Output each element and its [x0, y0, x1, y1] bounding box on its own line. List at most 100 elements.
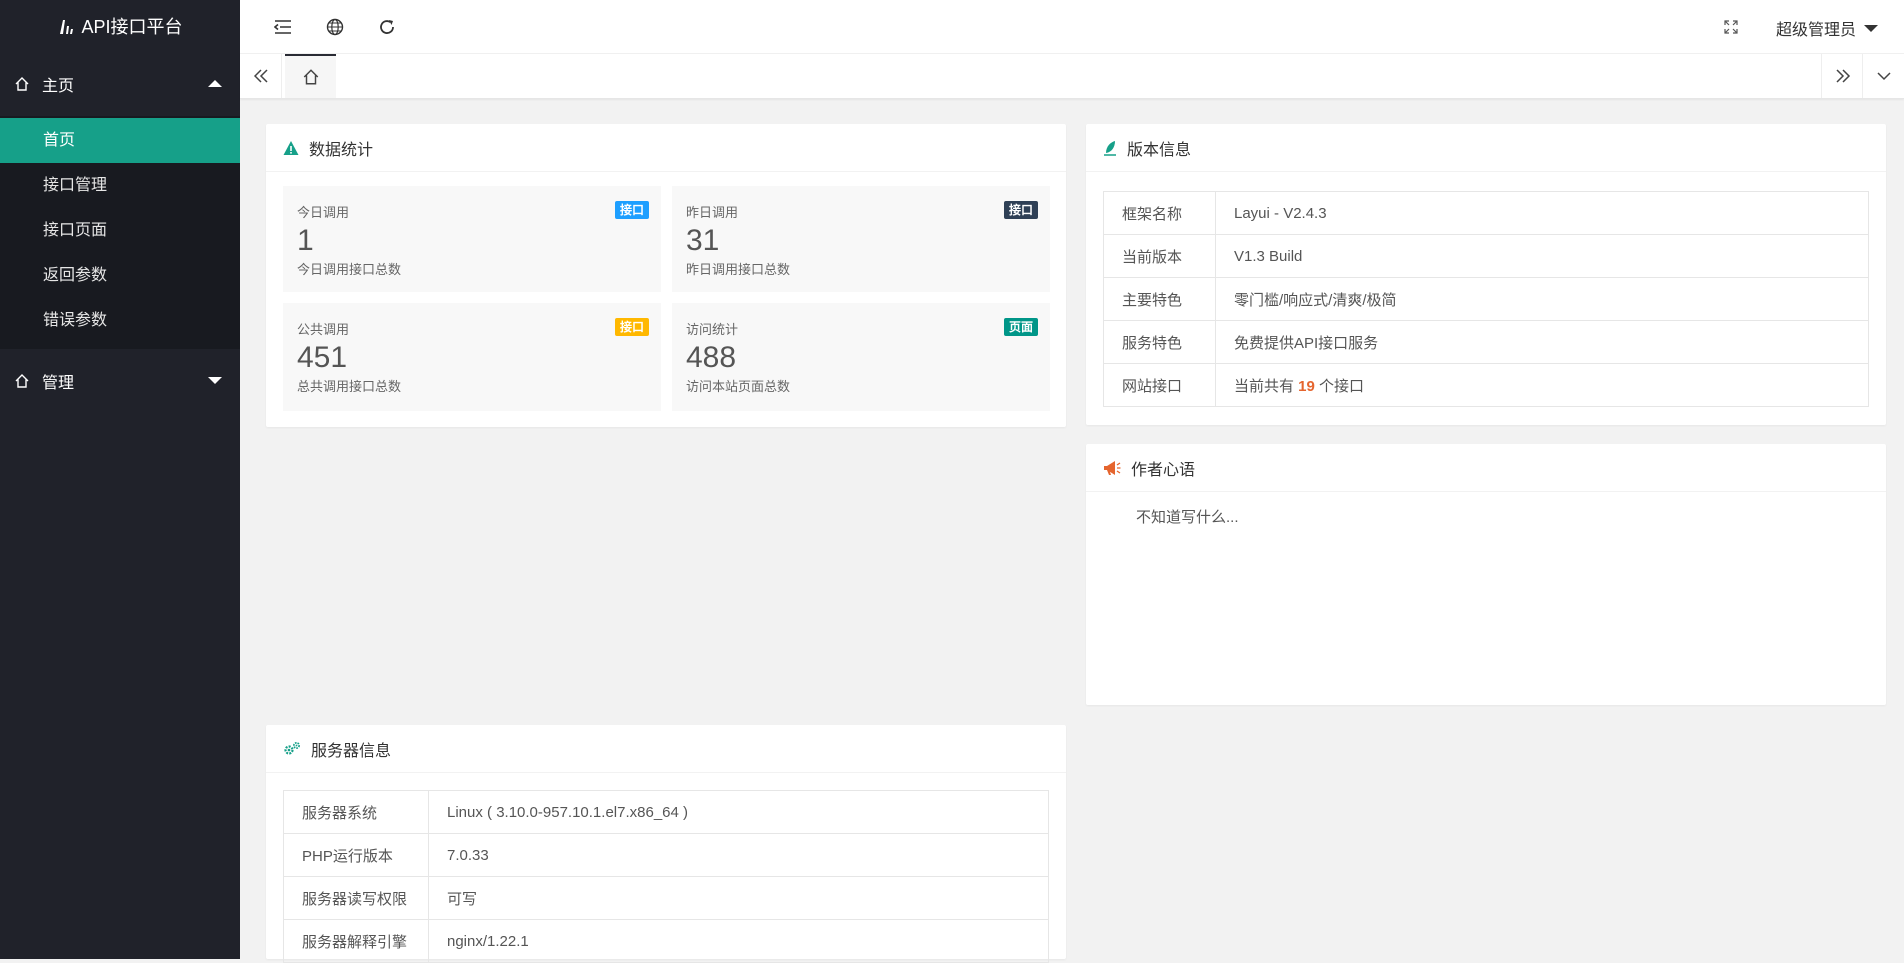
- server-table: 服务器系统 Linux ( 3.10.0-957.10.1.el7.x86_64…: [283, 790, 1049, 963]
- caret-up-icon: [208, 80, 222, 87]
- table-key: 服务器系统: [283, 790, 429, 834]
- table-row: PHP运行版本 7.0.33: [283, 833, 1049, 877]
- server-card-header: 服务器信息: [266, 725, 1066, 773]
- stat-desc: 访问本站页面总数: [686, 379, 791, 394]
- author-card-header: 作者心语: [1086, 444, 1886, 492]
- home-icon: [15, 374, 29, 388]
- warning-icon: [283, 140, 299, 155]
- status-badge: 接口: [614, 318, 649, 336]
- globe-icon[interactable]: [324, 16, 346, 38]
- logo-text: API接口平台: [81, 17, 183, 37]
- stat-title: 今日调用: [297, 205, 350, 220]
- stat-box-today: 今日调用 1 今日调用接口总数 接口: [283, 186, 661, 292]
- table-key: 服务器解释引擎: [283, 919, 429, 963]
- stats-card-header: 数据统计: [266, 124, 1066, 172]
- api-count: 19: [1298, 377, 1315, 395]
- stat-value: 1: [297, 224, 314, 257]
- sidebar: API接口平台 主页 首页 接口管理 接口页面 返回参数 错误参数 管理: [0, 0, 240, 959]
- table-value: nginx/1.22.1: [428, 919, 1049, 963]
- stat-box-visits: 访问统计 488 访问本站页面总数 页面: [672, 303, 1050, 411]
- api-count-suffix: 个接口: [1314, 377, 1365, 395]
- table-key: 服务器读写权限: [283, 876, 429, 920]
- table-row: 当前版本 V1.3 Build: [1103, 234, 1869, 278]
- home-icon: [15, 77, 29, 91]
- table-key: 主要特色: [1103, 277, 1216, 321]
- tab-scroll-left-icon[interactable]: [240, 54, 282, 98]
- server-card: 服务器信息 服务器系统 Linux ( 3.10.0-957.10.1.el7.…: [266, 725, 1066, 963]
- server-table-wrap: 服务器系统 Linux ( 3.10.0-957.10.1.el7.x86_64…: [283, 790, 1049, 963]
- gears-icon: [284, 741, 300, 755]
- api-count-prefix: 当前共有: [1234, 377, 1299, 395]
- stat-box-yesterday: 昨日调用 31 昨日调用接口总数 接口: [672, 186, 1050, 292]
- author-card: 作者心语 不知道写什么...: [1086, 444, 1886, 705]
- table-row: 服务特色 免费提供API接口服务: [1103, 320, 1869, 364]
- stat-desc: 总共调用接口总数: [297, 379, 402, 394]
- sidebar-item-error-params[interactable]: 错误参数: [0, 298, 240, 343]
- table-row: 网站接口 当前共有 19 个接口: [1103, 363, 1869, 407]
- nav-group-label: 管理: [42, 375, 75, 392]
- nav-group-home[interactable]: 主页: [0, 52, 240, 116]
- stats-card-title: 数据统计: [309, 141, 374, 159]
- author-text: 不知道写什么...: [1136, 509, 1239, 526]
- version-card-title: 版本信息: [1127, 141, 1192, 159]
- status-badge: 页面: [1003, 318, 1038, 336]
- caret-down-icon: [208, 377, 222, 384]
- table-row: 服务器读写权限 可写: [283, 876, 1049, 920]
- sidebar-item-return-params[interactable]: 返回参数: [0, 253, 240, 298]
- table-row: 主要特色 零门槛/响应式/清爽/极简: [1103, 277, 1869, 321]
- fullscreen-icon[interactable]: [1720, 16, 1742, 38]
- stats-card: 数据统计 今日调用 1 今日调用接口总数 接口 昨日调用 31 昨日调用接口总数…: [266, 124, 1066, 427]
- refresh-icon[interactable]: [376, 16, 398, 38]
- stat-title: 公共调用: [297, 322, 350, 337]
- table-value: 可写: [428, 876, 1049, 920]
- nav-group-label: 主页: [42, 78, 75, 95]
- table-row: 框架名称 Layui - V2.4.3: [1103, 191, 1869, 235]
- table-value: 7.0.33: [428, 833, 1049, 877]
- stat-title: 访问统计: [686, 322, 739, 337]
- user-name: 超级管理员: [1775, 22, 1856, 39]
- leaf-icon: [1104, 140, 1116, 156]
- status-badge: 接口: [1003, 201, 1038, 219]
- server-card-title: 服务器信息: [311, 742, 392, 760]
- table-value: Linux ( 3.10.0-957.10.1.el7.x86_64 ): [428, 790, 1049, 834]
- nav-group-manage[interactable]: 管理: [0, 349, 240, 413]
- version-card-header: 版本信息: [1086, 124, 1886, 172]
- status-badge: 接口: [614, 201, 649, 219]
- logo[interactable]: API接口平台: [0, 0, 240, 52]
- table-value: V1.3 Build: [1215, 234, 1869, 278]
- table-value: 当前共有 19 个接口: [1215, 363, 1869, 407]
- table-row: 服务器系统 Linux ( 3.10.0-957.10.1.el7.x86_64…: [283, 790, 1049, 834]
- table-value: Layui - V2.4.3: [1215, 191, 1869, 235]
- version-table: 框架名称 Layui - V2.4.3 当前版本 V1.3 Build 主要特色…: [1103, 191, 1869, 407]
- stat-desc: 今日调用接口总数: [297, 262, 402, 277]
- stat-box-public: 公共调用 451 总共调用接口总数 接口: [283, 303, 661, 411]
- sidebar-item-homepage[interactable]: 首页: [0, 118, 240, 163]
- table-key: 网站接口: [1103, 363, 1216, 407]
- stat-title: 昨日调用: [686, 205, 739, 220]
- logo-icon: [60, 20, 74, 34]
- stat-value: 488: [686, 341, 737, 374]
- table-key: 当前版本: [1103, 234, 1216, 278]
- stat-value: 31: [686, 224, 720, 257]
- version-card: 版本信息 框架名称 Layui - V2.4.3 当前版本 V1.3 Build…: [1086, 124, 1886, 425]
- table-value: 零门槛/响应式/清爽/极简: [1215, 277, 1869, 321]
- sidebar-item-api-page[interactable]: 接口页面: [0, 208, 240, 253]
- megaphone-icon: [1104, 460, 1121, 475]
- table-row: 服务器解释引擎 nginx/1.22.1: [283, 919, 1049, 963]
- table-key: 服务特色: [1103, 320, 1216, 364]
- top-header: 超级管理员: [240, 0, 1904, 54]
- subnav-home: 首页 接口管理 接口页面 返回参数 错误参数: [0, 116, 240, 349]
- stat-value: 451: [297, 341, 348, 374]
- tab-scroll-right-icon[interactable]: [1821, 54, 1863, 98]
- table-key: 框架名称: [1103, 191, 1216, 235]
- table-value: 免费提供API接口服务: [1215, 320, 1869, 364]
- chevron-down-icon: [1864, 24, 1878, 32]
- tab-home[interactable]: [285, 54, 336, 98]
- home-icon: [303, 69, 318, 85]
- version-table-wrap: 框架名称 Layui - V2.4.3 当前版本 V1.3 Build 主要特色…: [1103, 191, 1869, 407]
- menu-toggle-icon[interactable]: [272, 16, 294, 38]
- tab-menu-dropdown-icon[interactable]: [1862, 54, 1904, 98]
- sidebar-item-api-management[interactable]: 接口管理: [0, 163, 240, 208]
- user-menu[interactable]: 超级管理员: [1776, 16, 1878, 40]
- author-card-title: 作者心语: [1131, 461, 1196, 479]
